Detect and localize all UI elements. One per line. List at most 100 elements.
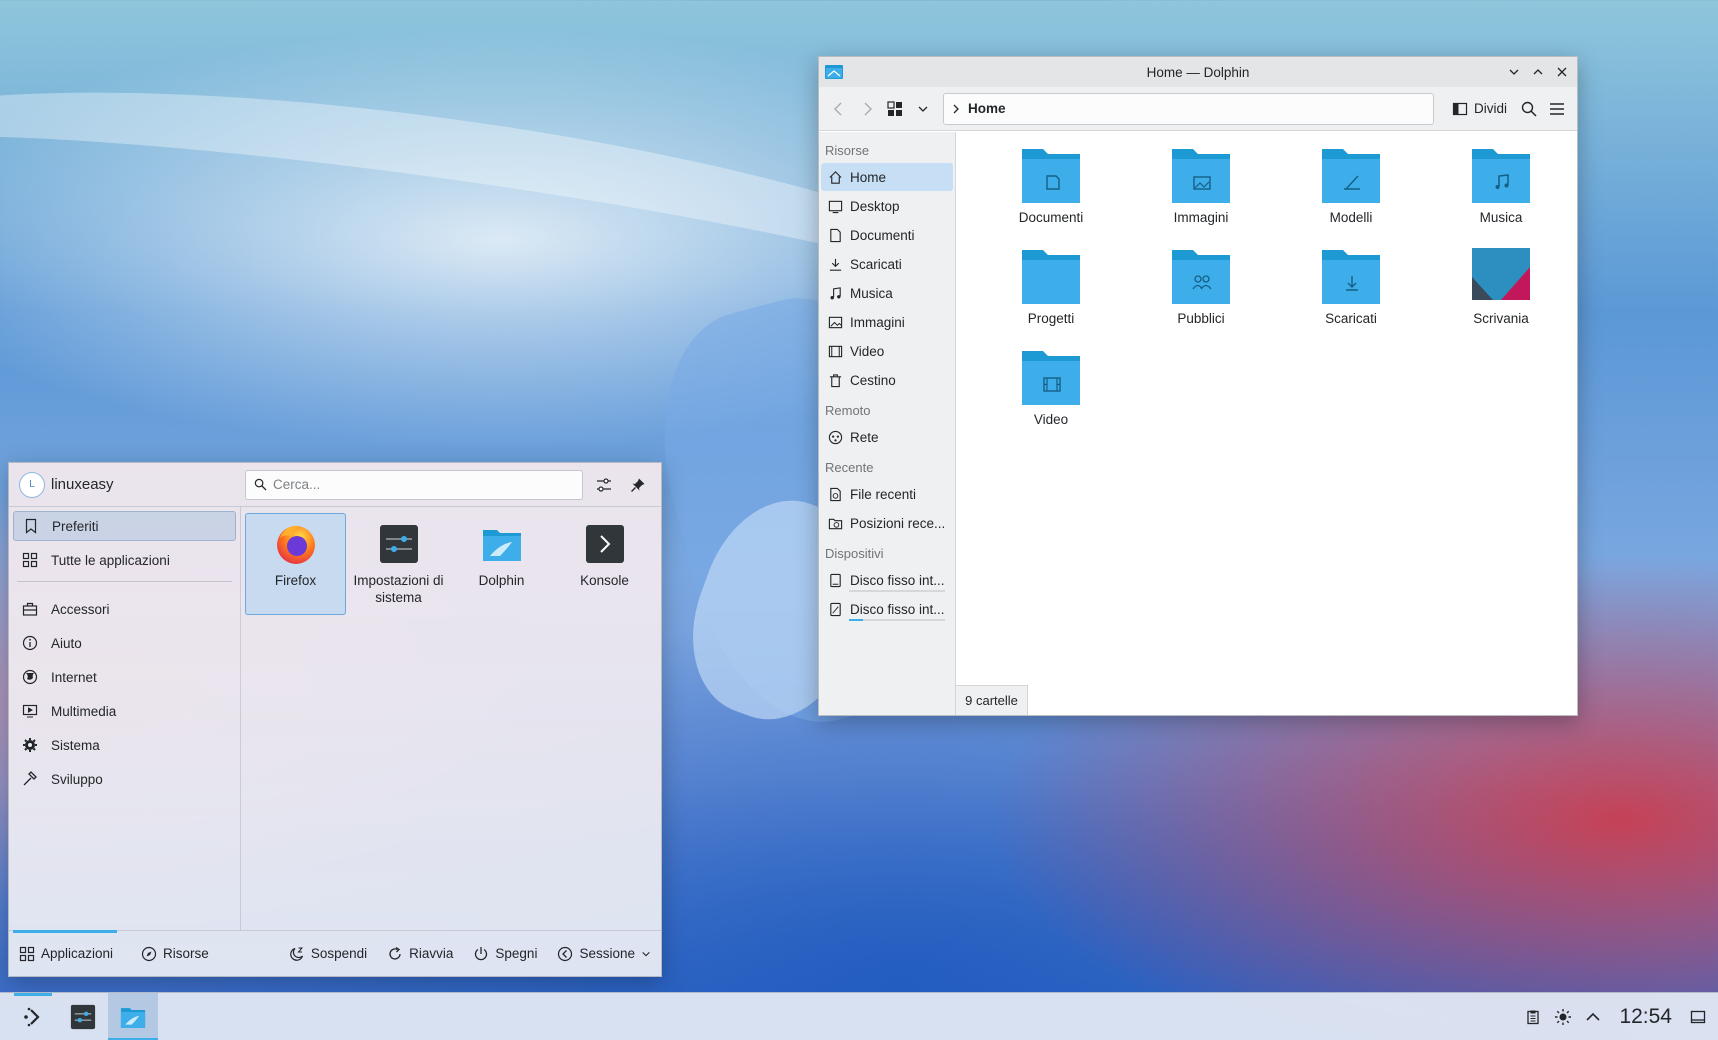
session-icon <box>558 946 573 961</box>
configure-button[interactable] <box>587 470 621 500</box>
place-trash[interactable]: Cestino <box>821 366 953 394</box>
search-field[interactable] <box>245 469 583 500</box>
place-label: Cestino <box>850 372 896 388</box>
place-music[interactable]: Musica <box>821 279 953 307</box>
search-icon <box>1521 101 1537 117</box>
category-development[interactable]: Sviluppo <box>13 764 236 794</box>
app-label: Dolphin <box>478 573 525 588</box>
folder-item-documenti[interactable]: Documenti <box>976 146 1126 247</box>
hammer-icon <box>23 771 37 786</box>
device-usage-bar <box>849 590 945 592</box>
folder-name: Video <box>1033 412 1069 427</box>
place-label: Immagini <box>850 314 905 330</box>
tray-expander-button[interactable] <box>1583 1007 1603 1027</box>
category-all-apps[interactable]: Tutte le applicazioni <box>13 545 236 575</box>
category-system[interactable]: Sistema <box>13 730 236 760</box>
forward-button[interactable] <box>853 93 881 125</box>
app-firefox[interactable]: Firefox <box>245 513 346 615</box>
trash-icon <box>829 373 841 387</box>
brightness-tray-button[interactable] <box>1553 1007 1573 1027</box>
restart-icon <box>389 946 401 960</box>
multimedia-icon <box>22 704 38 718</box>
folder-item-pubblici[interactable]: Pubblici <box>1126 247 1276 348</box>
folder-item-musica[interactable]: Musica <box>1426 146 1576 247</box>
place-network[interactable]: Rete <box>821 423 953 451</box>
folder-name: Immagini <box>1173 210 1229 225</box>
place-home[interactable]: Home <box>821 163 953 191</box>
suspend-button[interactable]: Sospendi <box>279 931 377 977</box>
folder-item-progetti[interactable]: Progetti <box>976 247 1126 348</box>
place-label: Desktop <box>850 198 900 214</box>
location-breadcrumb[interactable]: Home <box>943 92 1434 125</box>
app-dolphin[interactable]: Dolphin <box>451 513 552 615</box>
chevron-up-icon <box>1586 1012 1601 1021</box>
split-view-icon <box>1452 102 1468 115</box>
place-videos[interactable]: Video <box>821 337 953 365</box>
view-mode-dropdown[interactable] <box>909 93 937 125</box>
place-device-2[interactable]: Disco fisso int... <box>821 595 953 623</box>
recent-locations-icon <box>828 518 842 529</box>
close-button[interactable] <box>1553 63 1571 81</box>
application-launcher-button[interactable] <box>8 992 58 1040</box>
folder-item-modelli[interactable]: Modelli <box>1276 146 1426 247</box>
breadcrumb-home[interactable]: Home <box>968 101 1006 116</box>
file-view[interactable]: Documenti Immagini Modelli Musica Progetti Pu… <box>956 132 1577 715</box>
app-system-settings[interactable]: Impostazioni di sistema <box>348 513 449 615</box>
taskbar-panel: 12:54 <box>0 992 1718 1040</box>
split-view-button[interactable]: Dividi <box>1444 93 1515 125</box>
pin-button[interactable] <box>621 470 655 500</box>
arrow-right-icon <box>864 102 872 115</box>
place-pictures[interactable]: Immagini <box>821 308 953 336</box>
back-button[interactable] <box>825 93 853 125</box>
places-section-recent: Recente <box>825 460 874 475</box>
sliders-icon <box>597 477 611 492</box>
category-accessories[interactable]: Accessori <box>13 594 236 624</box>
tab-applications[interactable]: Applicazioni <box>9 929 123 977</box>
place-label: File recenti <box>850 486 917 502</box>
category-internet[interactable]: Internet <box>13 662 236 692</box>
app-konsole[interactable]: Konsole <box>554 513 655 615</box>
folder-item-scaricati[interactable]: Scaricati <box>1276 247 1426 348</box>
power-icon <box>475 946 488 960</box>
folder-item-scrivania[interactable]: Scrivania <box>1426 247 1576 348</box>
place-downloads[interactable]: Scaricati <box>821 250 953 278</box>
category-label: Preferiti <box>52 518 99 534</box>
place-documents[interactable]: Documenti <box>821 221 953 249</box>
minimize-button[interactable] <box>1505 63 1523 81</box>
place-desktop[interactable]: Desktop <box>821 192 953 220</box>
hamburger-menu-button[interactable] <box>1543 93 1571 125</box>
user-profile[interactable]: L linuxeasy <box>9 471 245 498</box>
tab-places[interactable]: Risorse <box>131 931 219 977</box>
folder-item-immagini[interactable]: Immagini <box>1126 146 1276 247</box>
category-label: Internet <box>51 669 97 685</box>
view-mode-button[interactable] <box>881 93 909 125</box>
search-input[interactable] <box>273 477 553 492</box>
session-button[interactable]: Sessione <box>547 931 661 977</box>
folder-item-video[interactable]: Video <box>976 348 1126 449</box>
taskbar-system-settings[interactable] <box>58 993 108 1040</box>
place-label: Scaricati <box>850 256 902 272</box>
system-settings-icon <box>379 525 418 563</box>
shutdown-button[interactable]: Spegni <box>463 931 547 977</box>
place-device-1[interactable]: Disco fisso int... <box>821 566 953 594</box>
download-icon <box>829 258 841 271</box>
window-titlebar[interactable]: Home — Dolphin <box>819 57 1577 87</box>
place-recent-locations[interactable]: Posizioni rece... <box>821 509 953 537</box>
restart-button[interactable]: Riavvia <box>377 931 463 977</box>
clipboard-tray-button[interactable] <box>1523 1007 1543 1027</box>
favorites-grid: Firefox Impostazioni di sistema Dolphin <box>245 513 655 615</box>
search-button[interactable] <box>1515 93 1543 125</box>
digital-clock[interactable]: 12:54 <box>1619 1005 1672 1029</box>
category-help[interactable]: Aiuto <box>13 628 236 658</box>
place-label: Rete <box>850 429 879 445</box>
taskbar-dolphin[interactable] <box>108 992 158 1040</box>
show-desktop-button[interactable] <box>1688 1007 1708 1027</box>
category-multimedia[interactable]: Multimedia <box>13 696 236 726</box>
category-favorites[interactable]: Preferiti <box>13 511 236 541</box>
chevron-down-icon <box>642 951 650 956</box>
place-recent-files[interactable]: File recenti <box>821 480 953 508</box>
split-view-label: Dividi <box>1473 101 1507 116</box>
folder-icon <box>1022 250 1080 304</box>
system-settings-icon <box>70 1004 96 1029</box>
maximize-button[interactable] <box>1529 63 1547 81</box>
